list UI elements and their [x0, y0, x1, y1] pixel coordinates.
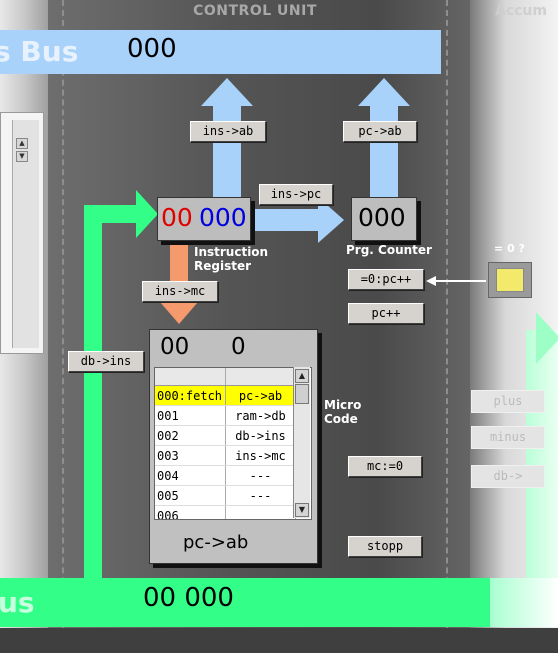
zero-flag-arrow-icon [426, 276, 436, 286]
ins-to-ab-arrow-icon [201, 78, 253, 106]
mc-reset-button[interactable]: mc:=0 [348, 456, 422, 477]
program-counter-value: 000 [358, 203, 406, 232]
stopp-button[interactable]: stopp [348, 536, 422, 557]
micro-code-label-line1: Micro [324, 398, 362, 412]
micro-code-table[interactable]: 000:fetch pc->ab 001 ram->db 002 db->ins 003 in… [154, 367, 312, 520]
control-unit-title: CONTROL UNIT [193, 3, 317, 19]
scroll-down-icon[interactable]: ▼ [16, 151, 28, 162]
data-bus-fade [490, 578, 558, 627]
db-to-ins-path-horizontal [84, 205, 138, 223]
scroll-up-icon[interactable]: ▲ [295, 369, 309, 383]
micro-code-operation: --- [225, 465, 296, 486]
data-bus-label: us [0, 586, 35, 619]
left-dashed-border [62, 0, 64, 653]
data-bus [0, 578, 490, 627]
instruction-register-label: Instruction Register [194, 245, 268, 273]
accumulator-arrow-shaft [526, 330, 558, 580]
micro-code-current-op: pc->ab [183, 532, 249, 553]
micro-code-address: 006 [155, 505, 226, 519]
pc-to-ab-arrow-icon [358, 78, 410, 106]
right-dashed-border [446, 0, 448, 653]
minus-button[interactable]: minus [471, 426, 545, 449]
micro-code-label: Micro Code [324, 398, 361, 426]
micro-code-address: 003 [155, 445, 226, 466]
pc-ab-button[interactable]: pc->ab [343, 121, 417, 142]
instruction-register-label-line2: Register [194, 259, 252, 273]
micro-code-address: 004 [155, 465, 226, 486]
micro-code-address: 001 [155, 405, 226, 426]
db-to-ins-arrow-icon [136, 190, 158, 238]
db-to-ins-path [84, 205, 102, 579]
zero-flag-label: = 0 ? [494, 242, 525, 255]
micro-code-address: 002 [155, 425, 226, 446]
micro-code-grid: 000:fetch pc->ab 001 ram->db 002 db->ins 003 in… [155, 368, 296, 519]
accumulator-arrow-icon [536, 312, 558, 364]
micro-code-row[interactable]: 004 --- [155, 465, 296, 486]
instruction-register-opcode: 00 [161, 203, 193, 232]
micro-code-address: 005 [155, 485, 226, 506]
pc-to-ab-arrow-shaft [370, 104, 398, 199]
scroll-down-icon[interactable]: ▼ [295, 503, 309, 517]
zero-flag-indicator [496, 268, 524, 292]
ins-mc-button[interactable]: ins->mc [142, 281, 218, 302]
address-bus-value: 000 [127, 34, 177, 64]
instruction-register-label-line1: Instruction [194, 245, 269, 259]
address-bus-label: s Bus [0, 35, 79, 68]
db-accumulator-button[interactable]: db-> [471, 465, 545, 488]
micro-code-operation [225, 505, 296, 519]
micro-code-row[interactable]: 003 ins->mc [155, 445, 296, 466]
ins-to-ab-arrow-shaft [213, 104, 241, 199]
micro-code-operation: ins->mc [225, 445, 296, 466]
micro-code-row[interactable]: 000:fetch pc->ab [155, 385, 296, 406]
zero-pc-increment-button[interactable]: =0:pc++ [348, 269, 424, 290]
zero-flag-line [432, 280, 486, 282]
ins-pc-button[interactable]: ins->pc [259, 184, 333, 205]
pc-increment-button[interactable]: pc++ [348, 303, 424, 324]
micro-code-operation: --- [225, 485, 296, 506]
plus-button[interactable]: plus [471, 390, 545, 413]
micro-code-row[interactable]: 001 ram->db [155, 405, 296, 426]
accumulator-title: Accum [495, 3, 547, 19]
ins-ab-button[interactable]: ins->ab [190, 121, 266, 142]
micro-code-step: 0 [231, 334, 246, 360]
data-bus-value: 00 000 [143, 583, 234, 613]
micro-code-scroll-thumb[interactable] [295, 384, 309, 404]
db-ins-button[interactable]: db->ins [68, 351, 144, 372]
scroll-up-icon[interactable]: ▲ [16, 138, 28, 149]
micro-code-row[interactable]: 005 --- [155, 485, 296, 506]
micro-code-label-line2: Code [324, 412, 358, 426]
micro-code-operation: ram->db [225, 405, 296, 426]
micro-code-address: 000:fetch [155, 385, 226, 406]
program-counter-label: Prg. Counter [346, 243, 432, 257]
micro-code-row[interactable]: 006 [155, 505, 296, 519]
ins-to-mc-arrow-icon [160, 302, 198, 324]
ins-to-pc-arrow-shaft [248, 209, 322, 231]
micro-code-header-row [155, 368, 296, 386]
micro-code-operation: db->ins [225, 425, 296, 446]
micro-code-opcode: 00 [160, 334, 190, 360]
instruction-register-address: 000 [199, 203, 247, 232]
micro-code-row[interactable]: 002 db->ins [155, 425, 296, 446]
bottom-strip [0, 628, 558, 653]
micro-code-operation: pc->ab [225, 385, 296, 406]
